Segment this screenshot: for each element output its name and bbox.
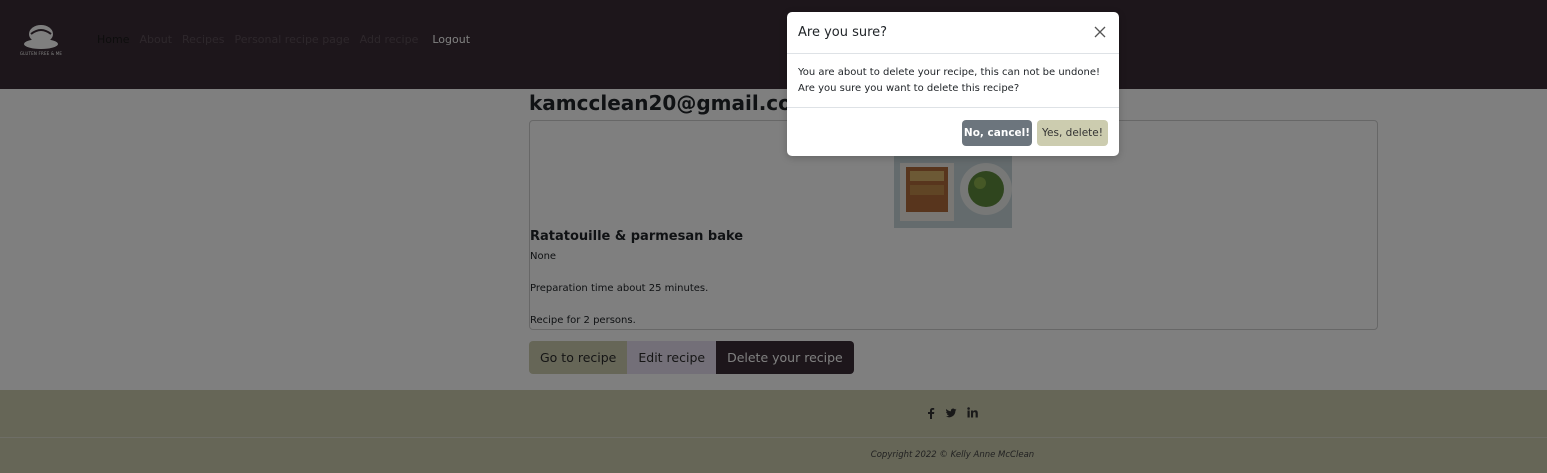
modal-backdrop[interactable] bbox=[0, 0, 1547, 473]
modal-title: Are you sure? bbox=[798, 25, 888, 40]
cancel-button[interactable]: No, cancel! bbox=[962, 120, 1032, 146]
close-icon[interactable] bbox=[1092, 24, 1108, 40]
modal-footer: No, cancel! Yes, delete! bbox=[787, 107, 1119, 157]
modal-header: Are you sure? bbox=[787, 12, 1119, 54]
confirm-delete-modal: Are you sure? You are about to delete yo… bbox=[787, 12, 1119, 156]
confirm-delete-button[interactable]: Yes, delete! bbox=[1037, 120, 1108, 146]
modal-body: You are about to delete your recipe, thi… bbox=[798, 67, 1100, 94]
